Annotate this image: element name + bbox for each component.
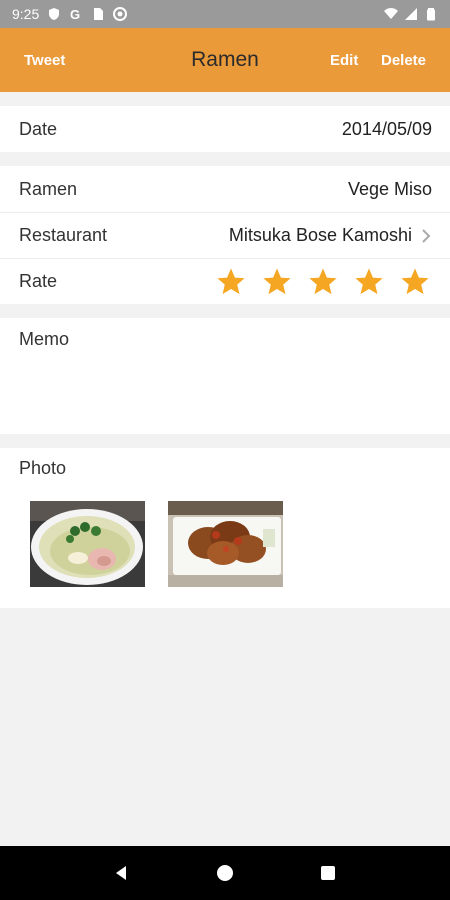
memo-label: Memo xyxy=(19,329,70,349)
memo-section[interactable]: Memo xyxy=(0,318,450,434)
battery-icon xyxy=(424,7,438,21)
signal-icon xyxy=(404,7,418,21)
date-value: 2014/05/09 xyxy=(341,118,432,139)
date-label: Date xyxy=(19,118,58,139)
tweet-button[interactable]: Tweet xyxy=(24,52,65,69)
photo-section: Photo xyxy=(0,448,450,608)
navigation-bar xyxy=(0,846,450,900)
sim-card-icon xyxy=(91,7,105,21)
google-icon: G xyxy=(69,7,83,21)
back-icon[interactable] xyxy=(110,861,134,885)
photo-label: Photo xyxy=(19,458,67,478)
svg-text:G: G xyxy=(70,7,80,21)
rate-label: Rate xyxy=(19,271,58,291)
ramen-label: Ramen xyxy=(19,178,78,199)
ramen-value: Vege Miso xyxy=(347,178,432,199)
ramen-row[interactable]: Ramen Vege Miso xyxy=(0,166,450,212)
settings-circle-icon xyxy=(113,7,128,21)
star-icon[interactable] xyxy=(400,267,430,297)
star-icon[interactable] xyxy=(354,267,384,297)
star-icon[interactable] xyxy=(216,267,246,297)
karaage-plate-photo[interactable] xyxy=(168,501,283,587)
restaurant-label: Restaurant xyxy=(19,225,108,245)
star-rating[interactable] xyxy=(216,267,430,297)
app-bar: Tweet Ramen Edit Delete xyxy=(0,28,450,92)
date-row[interactable]: Date 2014/05/09 xyxy=(0,106,450,152)
screen: 9:25 G Tweet Ramen Edit Delete Date 2014… xyxy=(0,0,450,900)
chevron-right-icon xyxy=(420,228,432,244)
wifi-icon xyxy=(384,7,398,21)
details-section: Ramen Vege Miso Restaurant Mitsuka Bose … xyxy=(0,166,450,304)
edit-button[interactable]: Edit xyxy=(330,52,358,69)
shield-icon xyxy=(47,7,61,21)
date-section: Date 2014/05/09 xyxy=(0,106,450,152)
star-icon[interactable] xyxy=(262,267,292,297)
rate-row: Rate xyxy=(0,258,450,304)
restaurant-row[interactable]: Restaurant Mitsuka Bose Kamoshi xyxy=(0,212,450,258)
status-bar: 9:25 G xyxy=(0,0,450,28)
ramen-bowl-photo[interactable] xyxy=(30,501,145,587)
star-icon[interactable] xyxy=(308,267,338,297)
status-time: 9:25 xyxy=(12,6,40,22)
recents-icon[interactable] xyxy=(316,861,340,885)
delete-button[interactable]: Delete xyxy=(381,52,426,69)
restaurant-value: Mitsuka Bose Kamoshi xyxy=(228,225,412,245)
home-icon[interactable] xyxy=(213,861,237,885)
